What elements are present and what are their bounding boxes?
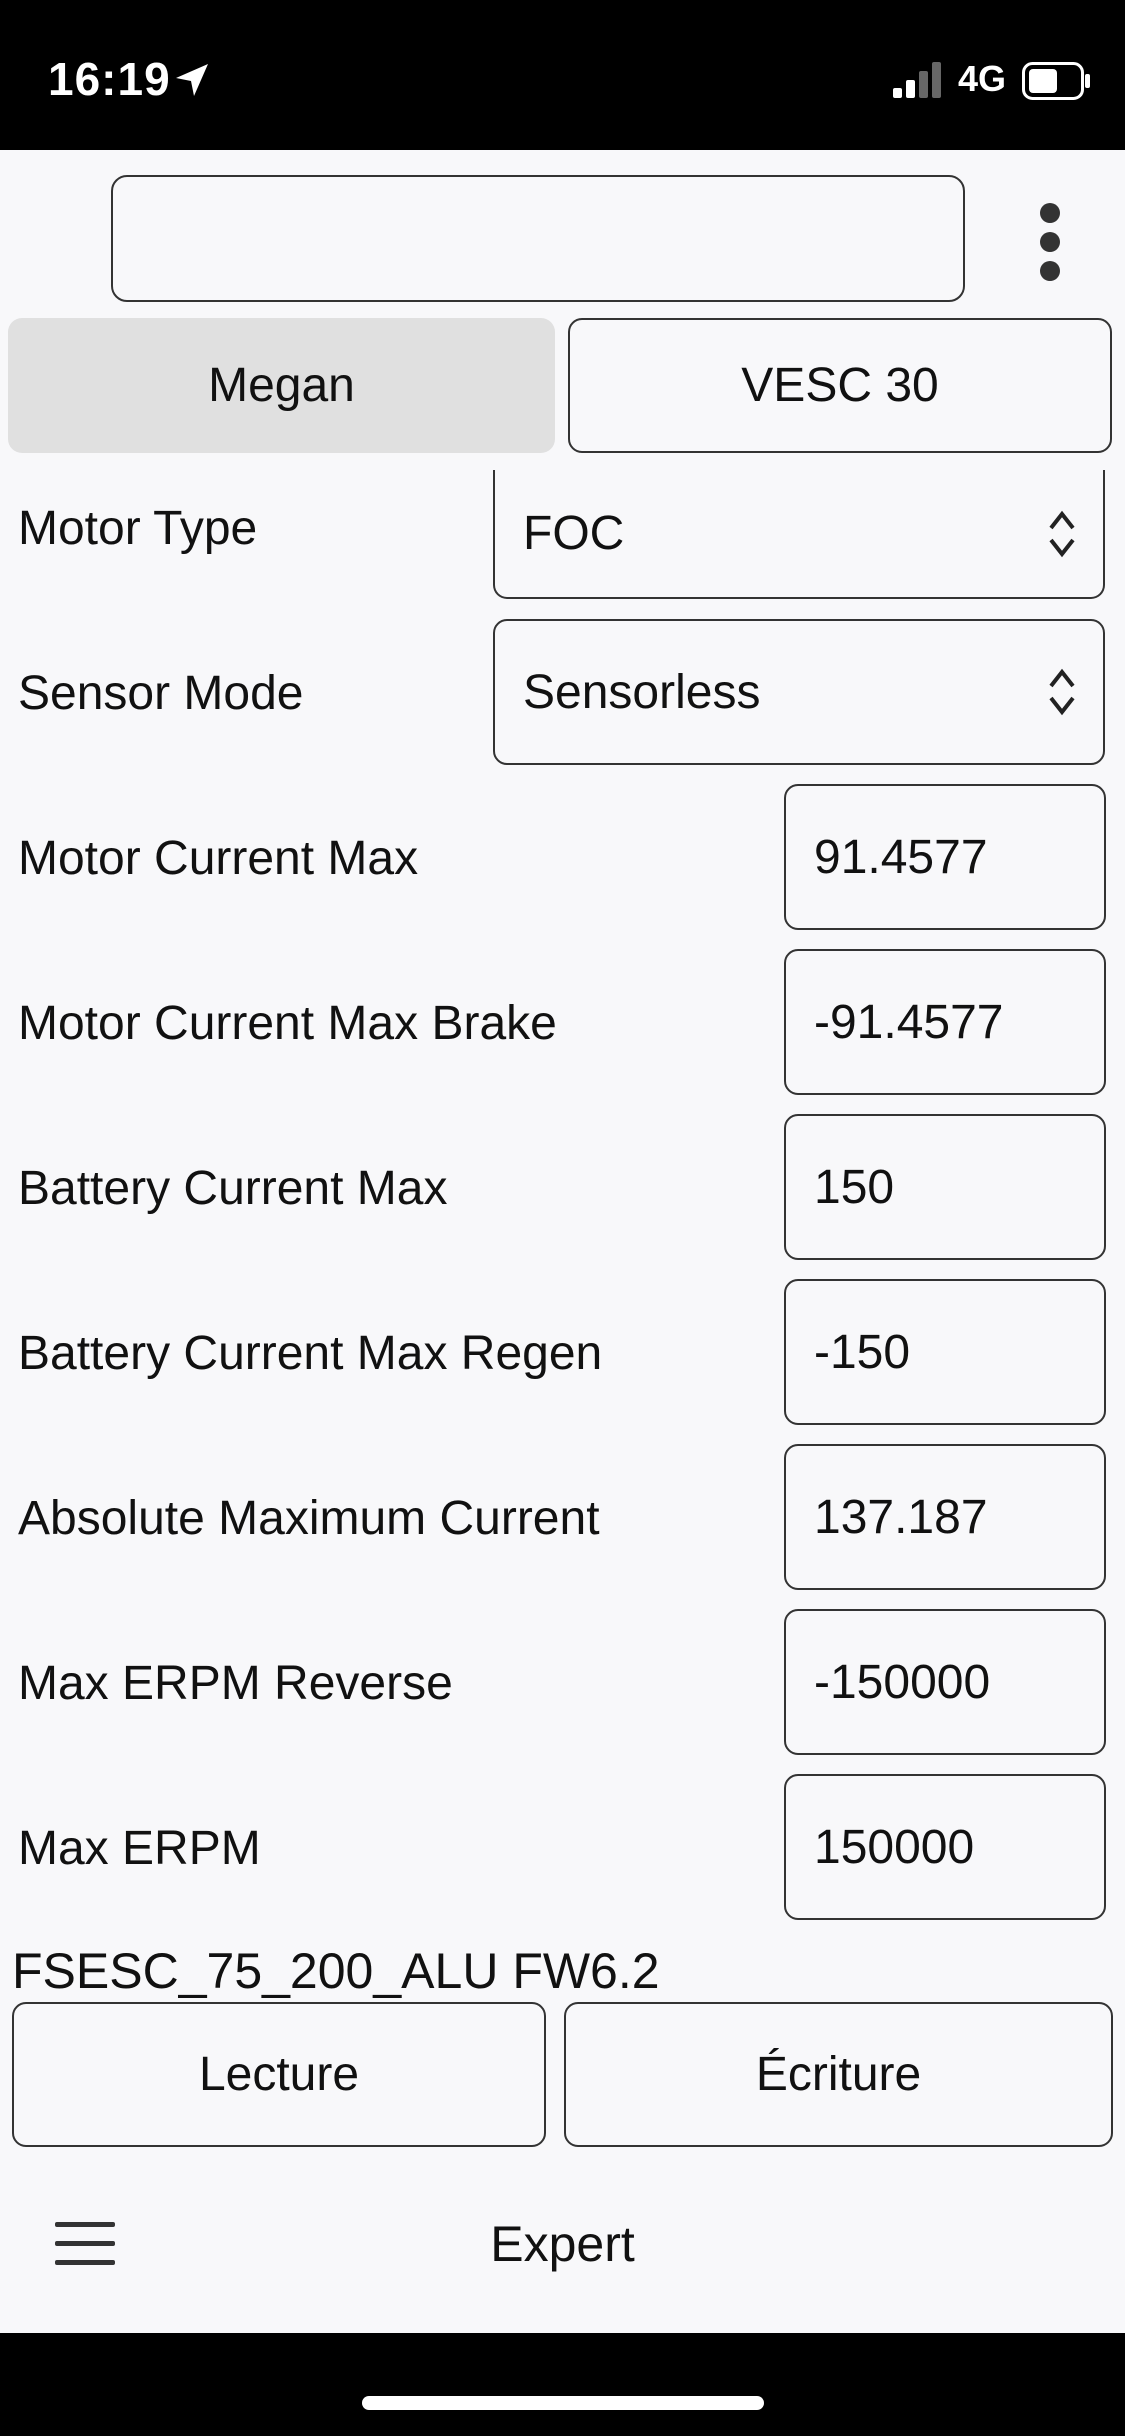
chevron-up-down-icon — [1049, 510, 1075, 557]
max-erpm-reverse-input[interactable]: -150000 — [784, 1609, 1106, 1755]
battery-current-max-label: Battery Current Max — [18, 1161, 448, 1215]
home-indicator[interactable] — [362, 2396, 764, 2410]
motor-current-max-brake-label: Motor Current Max Brake — [18, 996, 557, 1050]
signal-icon — [893, 60, 945, 100]
max-erpm-input[interactable]: 150000 — [784, 1774, 1106, 1920]
home-indicator-area — [0, 2333, 1125, 2436]
sensor-mode-label: Sensor Mode — [18, 666, 304, 720]
motor-current-max-input[interactable]: 91.4577 — [784, 784, 1106, 930]
max-erpm-label: Max ERPM — [18, 1821, 261, 1875]
motor-type-value: FOC — [523, 507, 625, 560]
motor-type-label: Motor Type — [18, 501, 258, 555]
tab-megan[interactable]: Megan — [8, 318, 555, 453]
hamburger-menu-icon[interactable] — [55, 2222, 115, 2266]
motor-type-select[interactable]: FOC — [493, 470, 1105, 599]
motor-current-max-brake-input[interactable]: -91.4577 — [784, 949, 1106, 1095]
firmware-version: FSESC_75_200_ALU FW6.2 — [12, 1943, 660, 1999]
battery-current-max-input[interactable]: 150 — [784, 1114, 1106, 1260]
motor-current-max-label: Motor Current Max — [18, 831, 419, 885]
sensor-mode-value: Sensorless — [523, 665, 761, 719]
sensor-mode-select[interactable]: Sensorless — [493, 619, 1105, 765]
battery-icon — [1022, 62, 1092, 100]
chevron-up-down-icon — [1049, 668, 1075, 716]
write-button[interactable]: Écriture — [564, 2002, 1113, 2147]
max-erpm-reverse-label: Max ERPM Reverse — [18, 1656, 453, 1710]
absolute-max-current-input[interactable]: 137.187 — [784, 1444, 1106, 1590]
absolute-max-current-label: Absolute Maximum Current — [18, 1491, 600, 1545]
read-button[interactable]: Lecture — [12, 2002, 546, 2147]
more-vertical-icon[interactable] — [1030, 195, 1070, 290]
page-title: Expert — [490, 2216, 635, 2272]
battery-current-max-regen-input[interactable]: -150 — [784, 1279, 1106, 1425]
tab-vesc-30[interactable]: VESC 30 — [568, 318, 1112, 453]
location-arrow-icon — [172, 60, 212, 100]
battery-current-max-regen-label: Battery Current Max Regen — [18, 1326, 603, 1380]
network-type: 4G — [958, 58, 1007, 99]
device-search-input[interactable] — [111, 175, 965, 302]
status-time: 16:19 — [48, 53, 171, 105]
